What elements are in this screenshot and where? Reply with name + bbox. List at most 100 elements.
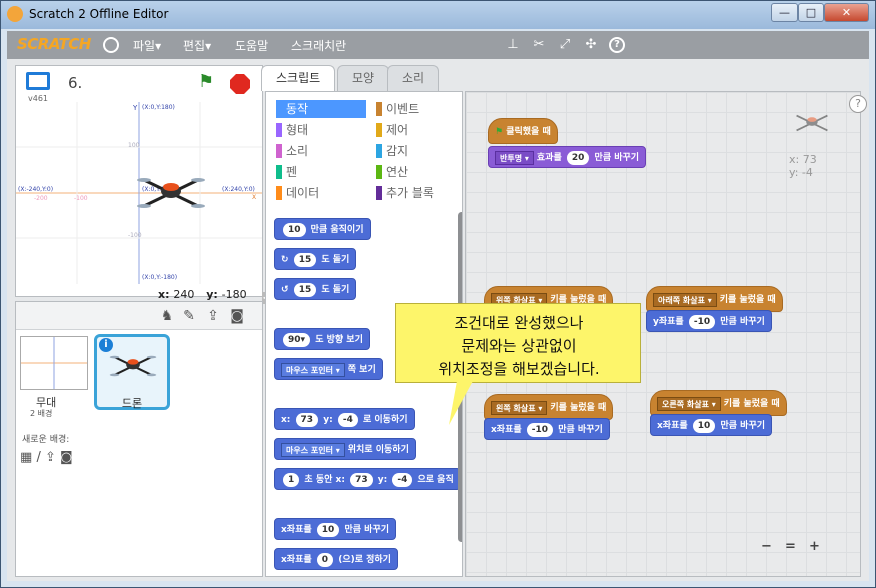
x-coord-label: x: bbox=[158, 288, 170, 301]
drone-ghost-icon bbox=[796, 114, 828, 132]
axis-y-letter: Y bbox=[133, 104, 138, 112]
category-control[interactable]: 제어 bbox=[376, 121, 462, 139]
editor-tabs: 스크립트 모양 소리 bbox=[261, 65, 861, 91]
axis-label-left: (X:-240,Y:0) bbox=[18, 186, 54, 193]
block-when-right-key[interactable]: 오른쪽 화살표 ▾ 키를 눌렀을 때 bbox=[650, 390, 787, 416]
axis-x-letter: X bbox=[252, 194, 257, 201]
block-when-flag-clicked[interactable]: ⚑ 클릭했을 때 bbox=[488, 118, 558, 144]
scratch-logo[interactable]: SCRATCH bbox=[17, 35, 91, 53]
upload-sprite-icon[interactable]: ⇪ bbox=[204, 307, 222, 325]
tab-sounds[interactable]: 소리 bbox=[387, 65, 440, 91]
menu-file[interactable]: 파일▾ bbox=[133, 37, 161, 54]
maximize-button[interactable]: □ bbox=[798, 3, 824, 22]
stage-canvas[interactable]: (X:0,Y:180) Y (X:0,Y:-180) (X:-240,Y:0) … bbox=[16, 102, 262, 284]
menu-edit[interactable]: 편집▾ bbox=[183, 37, 211, 54]
green-flag-icon[interactable]: ⚑ bbox=[198, 72, 218, 92]
green-flag-icon: ⚑ bbox=[495, 127, 504, 137]
rotate-ccw-icon: ↺ bbox=[281, 285, 289, 295]
cut-icon[interactable]: ✂ bbox=[531, 37, 547, 53]
stop-icon[interactable] bbox=[230, 74, 250, 94]
title-bar: Scratch 2 Offline Editor — □ ✕ bbox=[1, 1, 875, 29]
sprite-y-readout: y: -4 bbox=[789, 166, 813, 179]
block-point-towards[interactable]: 마우스 포인터 ▾ 쪽 보기 bbox=[274, 358, 383, 380]
paint-brush-icon[interactable]: ✎ bbox=[180, 307, 198, 325]
app-window: Scratch 2 Offline Editor — □ ✕ SCRATCH 파… bbox=[0, 0, 876, 588]
category-more-blocks[interactable]: 추가 블록 bbox=[376, 184, 462, 202]
new-backdrop-tools: ▦ / ⇪ ◙ bbox=[20, 450, 73, 465]
menu-help[interactable]: 도움말 bbox=[235, 37, 268, 54]
stage-thumb-grid bbox=[21, 337, 87, 389]
category-motion[interactable]: 동작 bbox=[276, 100, 366, 118]
category-sensing[interactable]: 감지 bbox=[376, 142, 462, 160]
block-turn-right[interactable]: ↻ 15 도 돌기 bbox=[274, 248, 357, 270]
zoom-in-icon[interactable]: + bbox=[809, 539, 820, 554]
block-set-x[interactable]: x좌표를 0 (으)로 정하기 bbox=[274, 548, 398, 570]
category-events[interactable]: 이벤트 bbox=[376, 100, 462, 118]
backdrop-library-icon[interactable]: ▦ bbox=[20, 450, 32, 465]
sprite-x-readout: x: 73 bbox=[789, 153, 817, 166]
block-change-x-left[interactable]: x좌표를 -10 만큼 바꾸기 bbox=[484, 418, 610, 440]
tab-costumes[interactable]: 모양 bbox=[337, 65, 390, 91]
backdrop-camera-icon[interactable]: ◙ bbox=[60, 450, 73, 465]
project-title[interactable]: 6. bbox=[68, 74, 82, 92]
block-goto-xy[interactable]: x: 73 y: -4 로 이동하기 bbox=[274, 408, 415, 430]
fullscreen-icon[interactable] bbox=[26, 72, 50, 90]
rotate-cw-icon: ↻ bbox=[281, 255, 289, 265]
tab-scripts[interactable]: 스크립트 bbox=[261, 65, 336, 91]
y-coord-label: y: bbox=[206, 288, 218, 301]
backdrop-count: 2 배경 bbox=[30, 409, 53, 418]
stage-panel: v461 6. ⚑ (X:0,Y:180) Y (X:0,Y:-180) (X:… bbox=[15, 65, 270, 304]
axis-label-right: (X:240,Y:0) bbox=[222, 186, 255, 193]
axis-tick-x-n100: -100 bbox=[74, 195, 88, 202]
block-change-x[interactable]: x좌표를 10 만큼 바꾸기 bbox=[274, 518, 397, 540]
callout-line-1: 조건대로 완성했으나 bbox=[454, 314, 584, 332]
axis-tick-n100: -100 bbox=[128, 232, 142, 239]
drone-sprite-on-stage[interactable] bbox=[136, 172, 206, 214]
sprite-position-readout: x: 73 y: -4 bbox=[789, 153, 817, 179]
y-coord-value: -180 bbox=[221, 288, 247, 301]
block-change-y-down[interactable]: y좌표를 -10 만큼 바꾸기 bbox=[646, 310, 772, 332]
axis-tick-x-n200: -200 bbox=[34, 195, 48, 202]
sprite-toolbar: ♞ ✎ ⇪ ◙ bbox=[16, 302, 262, 330]
category-data[interactable]: 데이터 bbox=[276, 184, 366, 202]
sprite-library-icon[interactable]: ♞ bbox=[158, 307, 176, 325]
category-sound[interactable]: 소리 bbox=[276, 142, 366, 160]
category-looks[interactable]: 형태 bbox=[276, 121, 366, 139]
block-change-effect[interactable]: 반투명 ▾ 효과를 20 만큼 바꾸기 bbox=[488, 146, 647, 168]
new-backdrop-label: 새로운 배경: bbox=[22, 435, 70, 445]
help-icon[interactable]: ? bbox=[609, 37, 625, 53]
block-point-direction[interactable]: 90▾ 도 방향 보기 bbox=[274, 328, 370, 350]
drone-thumb bbox=[109, 355, 157, 377]
stage-thumbnail[interactable] bbox=[20, 336, 88, 390]
sprite-thumbnail-drone[interactable]: i 드론 bbox=[94, 334, 170, 410]
block-goto-target[interactable]: 마우스 포인터 ▾ 위치로 이동하기 bbox=[274, 438, 416, 460]
axis-label-bottom: (X:0,Y:-180) bbox=[142, 274, 178, 281]
category-operators[interactable]: 연산 bbox=[376, 163, 462, 181]
language-globe-icon[interactable] bbox=[103, 37, 119, 53]
block-move-steps[interactable]: 10 만큼 움직이기 bbox=[274, 218, 371, 240]
backdrop-paint-icon[interactable]: / bbox=[36, 450, 40, 465]
menu-about[interactable]: 스크래치란 bbox=[291, 37, 346, 54]
block-when-left-key[interactable]: 왼쪽 화살표 ▾ 키를 눌렀을 때 bbox=[484, 394, 614, 420]
stamp-icon[interactable]: ⊥ bbox=[505, 37, 521, 53]
axis-label-top: (X:0,Y:180) bbox=[142, 104, 175, 111]
grow-icon[interactable]: ⤢ bbox=[557, 37, 573, 53]
annotation-callout: 조건대로 완성했으나 문제와는 상관없이 위치조정을 해보겠습니다. bbox=[395, 303, 641, 383]
sprite-name: 드론 bbox=[121, 397, 143, 410]
shrink-icon[interactable]: ✣ bbox=[583, 37, 599, 53]
block-turn-left[interactable]: ↺ 15 도 돌기 bbox=[274, 278, 357, 300]
camera-icon[interactable]: ◙ bbox=[228, 307, 246, 325]
zoom-reset-icon[interactable]: = bbox=[785, 539, 796, 554]
close-button[interactable]: ✕ bbox=[824, 3, 869, 22]
block-glide[interactable]: 1 초 동안 x: 73 y: -4 으로 움직 bbox=[274, 468, 461, 490]
block-change-x-right[interactable]: x좌표를 10 만큼 바꾸기 bbox=[650, 414, 773, 436]
sprite-panel: ♞ ✎ ⇪ ◙ 무대 2 배경 새로운 배경: ▦ / ⇪ ◙ i 드론 bbox=[15, 301, 263, 577]
help-question-icon[interactable]: ? bbox=[849, 95, 867, 113]
mouse-coordinates: x: 240 y: -180 bbox=[158, 288, 255, 301]
backdrop-upload-icon[interactable]: ⇪ bbox=[45, 450, 56, 465]
minimize-button[interactable]: — bbox=[771, 3, 798, 22]
zoom-out-icon[interactable]: − bbox=[761, 539, 772, 554]
callout-line-3: 위치조정을 해보겠습니다. bbox=[438, 360, 600, 378]
category-pen[interactable]: 펜 bbox=[276, 163, 366, 181]
block-when-down-key[interactable]: 아래쪽 화살표 ▾ 키를 눌렀을 때 bbox=[646, 286, 783, 312]
